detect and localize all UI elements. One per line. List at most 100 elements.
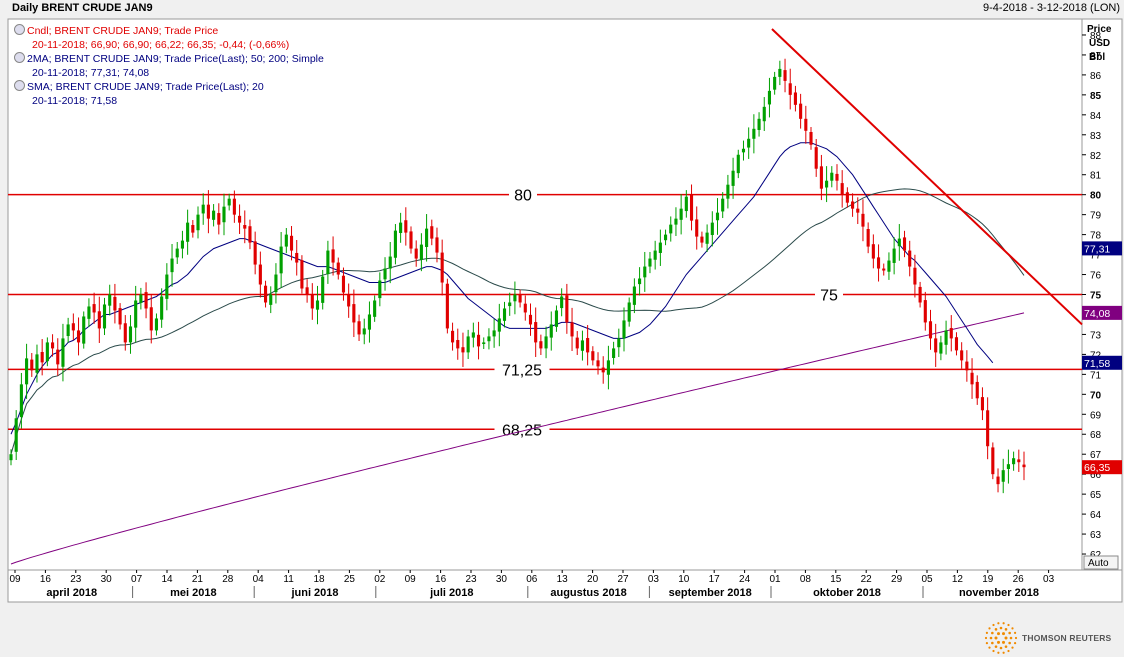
candle-body bbox=[76, 330, 81, 343]
date-tick-label: 16 bbox=[435, 574, 447, 585]
candle-body bbox=[866, 229, 870, 247]
legend-ma-label[interactable]: 2MA; BRENT CRUDE JAN9; Trade Price(Last)… bbox=[14, 52, 324, 66]
candle-body bbox=[658, 242, 662, 253]
candle-body bbox=[165, 274, 169, 299]
date-tick-label: 09 bbox=[9, 574, 21, 585]
logo-dot bbox=[999, 646, 1003, 650]
legend-candle-text: Cndl; BRENT CRUDE JAN9; Trade Price bbox=[27, 25, 219, 37]
candle-body bbox=[253, 241, 257, 265]
candle-body bbox=[118, 308, 122, 325]
candle-body bbox=[263, 285, 268, 303]
logo-dot bbox=[1004, 636, 1008, 640]
candle-body bbox=[897, 238, 901, 247]
candle-body bbox=[596, 360, 600, 367]
legend-sma-label[interactable]: SMA; BRENT CRUDE JAN9; Trade Price(Last)… bbox=[14, 80, 324, 94]
logo-dot bbox=[994, 636, 998, 640]
candle-body bbox=[409, 231, 413, 249]
date-tick-label: 07 bbox=[131, 574, 143, 585]
date-tick-label: 30 bbox=[101, 574, 113, 585]
candle-body bbox=[87, 306, 91, 319]
candle-body bbox=[367, 314, 372, 330]
candle-body bbox=[528, 314, 533, 325]
candle-body bbox=[108, 294, 112, 306]
legend-toggle-icon[interactable] bbox=[14, 52, 25, 63]
price-tick-label: 79 bbox=[1090, 211, 1102, 222]
candle-body bbox=[825, 180, 829, 188]
value-tag-label: 71,58 bbox=[1084, 358, 1110, 370]
candle-body bbox=[180, 240, 184, 249]
candle-body bbox=[892, 248, 896, 263]
candle-body bbox=[274, 274, 278, 293]
date-tick-label: 27 bbox=[617, 574, 629, 585]
month-label: mei 2018 bbox=[170, 587, 216, 599]
candle-body bbox=[835, 173, 839, 181]
candle-body bbox=[305, 287, 309, 295]
price-tick-label: 75 bbox=[1090, 291, 1102, 302]
candle-body bbox=[419, 244, 423, 260]
legend-candle-label[interactable]: Cndl; BRENT CRUDE JAN9; Trade Price bbox=[14, 24, 324, 38]
level-label: 71,25 bbox=[502, 362, 542, 379]
date-tick-label: 06 bbox=[526, 574, 538, 585]
candle-body bbox=[497, 318, 501, 332]
logo-dot bbox=[1007, 623, 1010, 627]
price-tick-label: 83 bbox=[1090, 131, 1102, 142]
candle-body bbox=[736, 154, 740, 174]
candle-body bbox=[258, 264, 262, 285]
date-range: 9-4-2018 - 3-12-2018 (LON) bbox=[983, 2, 1120, 14]
logo-dot bbox=[992, 649, 995, 653]
candle-body bbox=[570, 322, 574, 337]
candle-body bbox=[222, 206, 226, 223]
candle-body bbox=[347, 294, 351, 307]
candle-body bbox=[1006, 464, 1010, 469]
candle-body bbox=[523, 303, 527, 313]
legend-toggle-icon[interactable] bbox=[14, 24, 25, 35]
axis-header-bbl: Bbl bbox=[1089, 52, 1105, 63]
candle-body bbox=[705, 232, 709, 244]
candle-body bbox=[757, 118, 761, 130]
date-tick-label: 24 bbox=[739, 574, 751, 585]
candle-body bbox=[310, 294, 314, 309]
candle-body bbox=[814, 147, 818, 169]
chart-title: Daily BRENT CRUDE JAN9 bbox=[12, 2, 153, 14]
candle-body bbox=[149, 307, 153, 331]
candle-body bbox=[721, 198, 725, 212]
legend-ma-text: 2MA; BRENT CRUDE JAN9; Trade Price(Last)… bbox=[27, 53, 324, 65]
candle-body bbox=[726, 184, 730, 199]
candle-body bbox=[92, 304, 96, 313]
candle-body bbox=[783, 70, 787, 81]
logo-text: THOMSON REUTERS bbox=[1022, 633, 1112, 643]
date-tick-label: 01 bbox=[769, 574, 781, 585]
candle-body bbox=[40, 351, 44, 363]
price-tick-label: 84 bbox=[1090, 111, 1102, 122]
legend-toggle-icon[interactable] bbox=[14, 80, 25, 91]
logo-dot bbox=[1009, 636, 1013, 640]
candle-body bbox=[14, 418, 18, 452]
candle-body bbox=[731, 170, 735, 186]
candle-body bbox=[1012, 458, 1016, 465]
candle-body bbox=[954, 337, 959, 351]
candle-body bbox=[269, 294, 273, 305]
candle-body bbox=[82, 316, 86, 344]
candle-body bbox=[326, 250, 330, 275]
candle-body bbox=[851, 201, 855, 209]
candle-body bbox=[653, 250, 657, 260]
candle-body bbox=[871, 244, 875, 259]
month-label: juni 2018 bbox=[290, 587, 338, 599]
logo-dot bbox=[997, 640, 1000, 644]
logo-dot bbox=[988, 627, 991, 630]
candle-body bbox=[575, 337, 579, 349]
candle-body bbox=[902, 237, 907, 251]
candle-body bbox=[399, 222, 403, 234]
candle-body bbox=[45, 342, 49, 362]
logo-dot bbox=[1004, 628, 1008, 631]
logo-dot bbox=[1014, 636, 1018, 640]
candle-body bbox=[830, 172, 834, 181]
candle-body bbox=[799, 103, 803, 119]
candle-body bbox=[663, 234, 668, 241]
candle-body bbox=[175, 248, 179, 258]
candle-body bbox=[128, 326, 133, 343]
candle-body bbox=[456, 340, 460, 349]
date-tick-label: 20 bbox=[587, 574, 599, 585]
date-tick-label: 30 bbox=[496, 574, 508, 585]
thomson-reuters-logo: THOMSON REUTERS bbox=[984, 620, 1124, 656]
